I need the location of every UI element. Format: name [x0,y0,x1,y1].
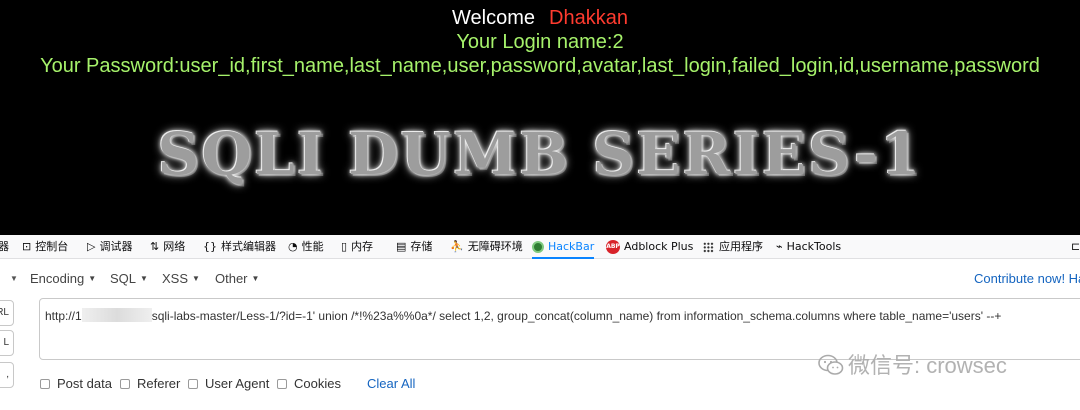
tab-label: 调试器 [99,240,133,253]
wechat-icon [818,354,844,375]
referer-checkbox[interactable]: Referer [120,376,180,391]
tab-performance[interactable]: ◔ 性能 [288,235,324,259]
load-url-button[interactable]: RL [0,300,14,326]
devtools-tab-bar: 器 ⊡ 控制台 ▷ 调试器 ⇅ 网络 {} 样式编辑器 ◔ 性能 ▯ 内存 ▤ 存储 ⛹ 无障碍… [0,235,1080,259]
chevron-down-icon: ▼ [140,274,148,283]
hackbar-icon [532,241,544,253]
tab-memory[interactable]: ▯ 内存 [341,235,373,259]
redacted-host [81,308,152,322]
tab-label: 内存 [351,240,374,253]
adblock-icon: ABP [606,240,620,254]
network-icon: ⇅ [150,240,160,253]
grid-icon [703,241,714,253]
welcome-name: Dhakkan [549,7,628,29]
debugger-icon: ▷ [87,240,96,253]
chevron-down-icon: ▼ [192,274,200,283]
menu-encoding[interactable]: Encoding ▼ [30,271,96,286]
tab-label: Adblock Plus [624,240,694,253]
console-icon: ⊡ [22,240,32,253]
watermark-text: 微信号: crowsec [848,353,1007,378]
url-prefix: http://1 [45,309,82,323]
tab-storage[interactable]: ▤ 存储 [396,235,432,259]
menu-sql[interactable]: SQL ▼ [110,271,148,286]
tab-debugger[interactable]: ▷ 调试器 [87,235,132,259]
tab-label: 无障碍环境 [467,240,523,253]
watermark: 微信号: crowsec [818,348,1007,380]
cookies-checkbox[interactable]: Cookies [277,376,341,391]
menu-other[interactable]: Other ▼ [215,271,259,286]
tab-accessibility[interactable]: ⛹ 无障碍环境 [450,235,523,259]
contribute-link[interactable]: Contribute now! Ha [974,271,1080,286]
checkbox-box[interactable] [188,379,198,389]
menu-caret-icon[interactable]: ▼ [6,271,18,286]
style-editor-icon: {} [203,240,217,253]
banner-title: SQLI DUMB SERIES-1 [157,120,923,188]
tab-applications[interactable]: 应用程序 [703,235,763,259]
tab-label: 控制台 [35,240,69,253]
storage-icon: ▤ [396,240,407,253]
chevron-down-icon: ▼ [251,274,260,283]
checkbox-box[interactable] [277,379,287,389]
welcome-line: Welcome Dhakkan [0,7,1080,30]
tab-label: HackTools [786,240,842,253]
tab-inspector[interactable]: 器 [0,235,9,259]
login-name-line: Your Login name:2 [456,31,624,53]
url-path: sqli-labs-master/Less-1/?id=-1' union /*… [151,309,1002,323]
tab-label: 网络 [163,240,186,253]
menu-xss[interactable]: XSS ▼ [162,271,200,286]
hackbar-menu: ▼ Encoding ▼ SQL ▼ XSS ▼ Other ▼ Contribute … [0,259,1080,299]
more-tabs-icon[interactable]: ⊏ [1071,235,1080,259]
tab-label: 样式编辑器 [221,240,276,253]
checkbox-box[interactable] [120,379,130,389]
accessibility-icon: ⛹ [450,240,464,253]
tab-label: HackBar [548,240,595,253]
post-data-checkbox[interactable]: Post data [40,376,112,391]
welcome-label: Welcome [452,7,536,29]
split-url-button[interactable]: L [0,330,14,356]
tab-hackbar[interactable]: HackBar [532,235,595,259]
checkbox-box[interactable] [40,379,50,389]
page-content: Welcome Dhakkan Your Login name:2 Your Pa… [0,0,1080,235]
chevron-down-icon: ▼ [88,274,97,283]
tab-label: 性能 [301,240,324,253]
user-agent-checkbox[interactable]: User Agent [188,376,269,391]
tab-hacktools[interactable]: ⌁ HackTools [776,235,841,259]
tab-label: 存储 [410,240,433,253]
tab-label: 应用程序 [719,240,763,253]
password-line: Your Password:user_id,first_name,last_na… [40,55,1040,77]
tab-network[interactable]: ⇅ 网络 [150,235,185,259]
tab-label: 器 [0,240,9,253]
clear-all-button[interactable]: Clear All [367,376,415,391]
tab-console[interactable]: ⊡ 控制台 [22,235,68,259]
performance-icon: ◔ [288,240,298,253]
memory-icon: ▯ [341,240,348,253]
hacktools-icon: ⌁ [776,240,783,253]
tab-adblock-plus[interactable]: ABP Adblock Plus [606,235,693,259]
tab-style-editor[interactable]: {} 样式编辑器 [203,235,276,259]
